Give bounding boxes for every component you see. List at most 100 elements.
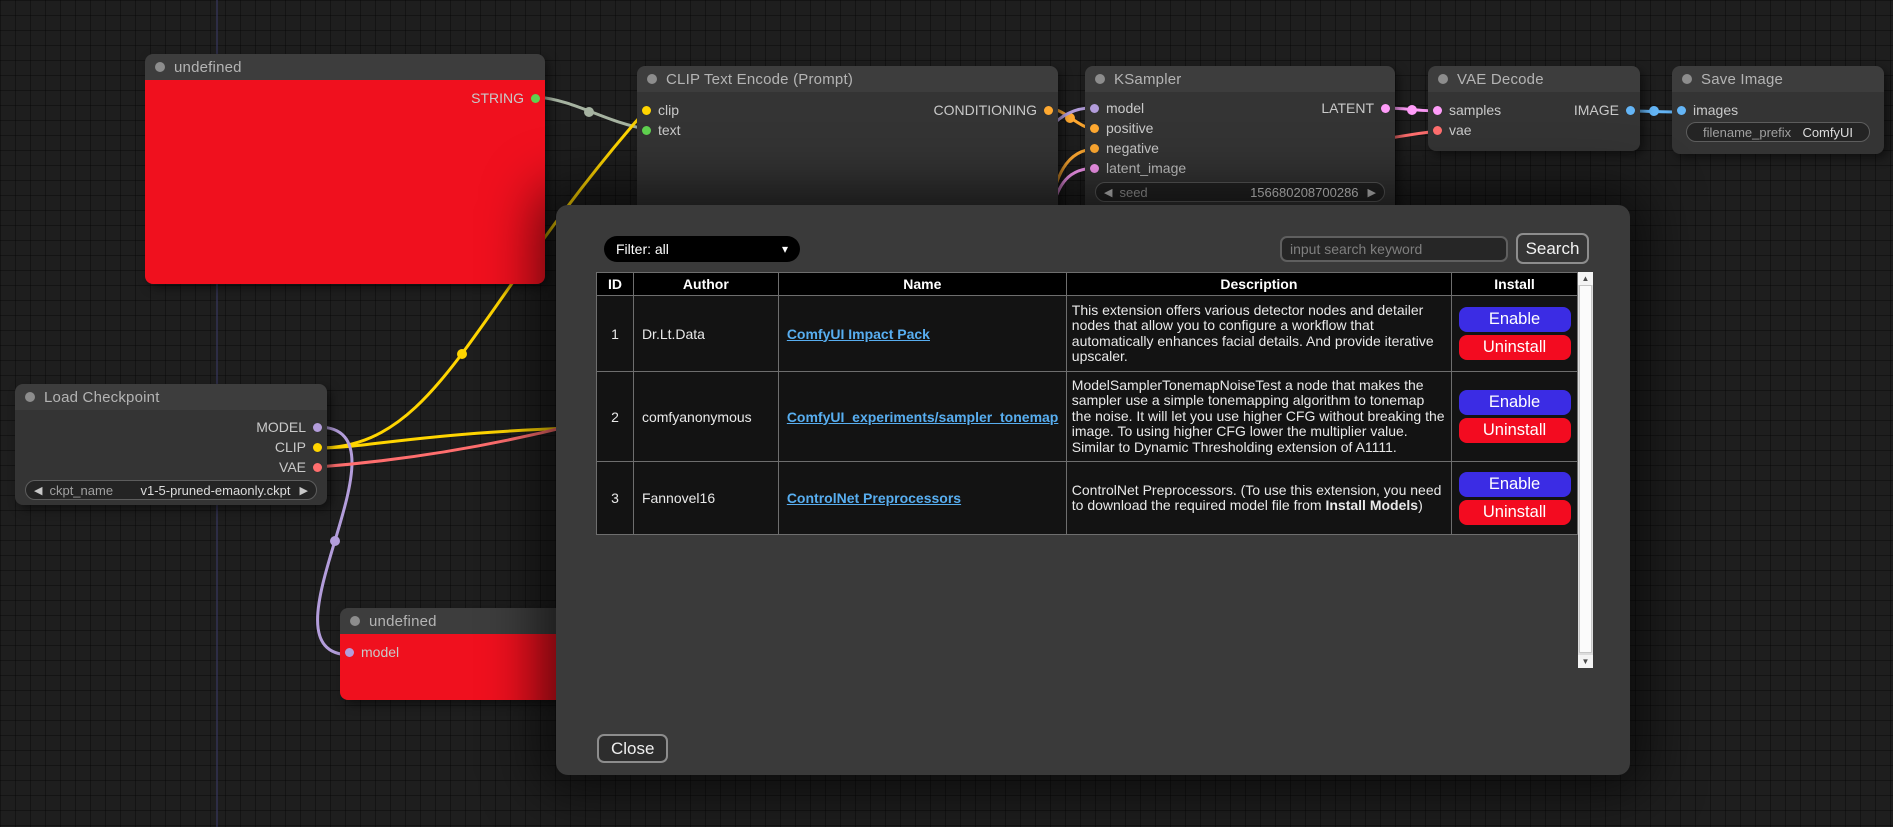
ckpt-name-widget[interactable]: ◀ ckpt_name v1-5-pruned-emaonly.ckpt ▶ <box>25 480 317 500</box>
collapse-dot-icon[interactable] <box>1682 74 1692 84</box>
increment-arrow-icon[interactable]: ▶ <box>1368 186 1376 199</box>
output-label: MODEL <box>256 419 306 435</box>
node-title: Load Checkpoint <box>44 389 160 406</box>
node-load-checkpoint[interactable]: Load Checkpoint MODEL CLIP VAE ◀ ckpt_na… <box>15 384 327 505</box>
image-output-slot[interactable] <box>1626 106 1635 115</box>
node-title: Save Image <box>1701 71 1783 88</box>
cell-install: Enable Uninstall <box>1452 296 1578 372</box>
conditioning-output-slot[interactable] <box>1044 106 1053 115</box>
input-label: latent_image <box>1106 160 1186 176</box>
header-author: Author <box>633 273 778 296</box>
widget-value: ComfyUI <box>1802 125 1853 140</box>
output-label: LATENT <box>1321 100 1374 116</box>
cell-name: ControlNet Preprocessors <box>778 462 1066 535</box>
latent-output-slot[interactable] <box>1381 104 1390 113</box>
input-label: clip <box>658 102 679 118</box>
search-input[interactable] <box>1280 236 1508 262</box>
cell-description: ControlNet Preprocessors. (To use this e… <box>1066 462 1451 535</box>
input-label: samples <box>1449 102 1501 118</box>
collapse-dot-icon[interactable] <box>350 616 360 626</box>
scroll-down-icon[interactable]: ▼ <box>1578 655 1593 668</box>
header-description: Description <box>1066 273 1451 296</box>
clip-output-slot[interactable] <box>313 443 322 452</box>
collapse-dot-icon[interactable] <box>1438 74 1448 84</box>
widget-value: v1-5-pruned-emaonly.ckpt <box>140 483 290 498</box>
node-ksampler[interactable]: KSampler model LATENT positive negative … <box>1085 66 1395 216</box>
cell-author: Fannovel16 <box>633 462 778 535</box>
table-row: 3 Fannovel16 ControlNet Preprocessors Co… <box>597 462 1578 535</box>
cell-name: ComfyUI_experiments/sampler_tonemap <box>778 372 1066 462</box>
extension-link[interactable]: ControlNet Preprocessors <box>787 490 961 506</box>
collapse-dot-icon[interactable] <box>1095 74 1105 84</box>
extension-table: ID Author Name Description Install 1 Dr.… <box>596 272 1578 535</box>
collapse-dot-icon[interactable] <box>155 62 165 72</box>
cell-description: This extension offers various detector n… <box>1066 296 1451 372</box>
header-name: Name <box>778 273 1066 296</box>
text-input-slot[interactable] <box>642 126 651 135</box>
collapse-dot-icon[interactable] <box>647 74 657 84</box>
filename-prefix-widget[interactable]: filename_prefix ComfyUI <box>1686 122 1870 142</box>
node-title: CLIP Text Encode (Prompt) <box>666 71 853 88</box>
collapse-dot-icon[interactable] <box>25 392 35 402</box>
header-id: ID <box>597 273 634 296</box>
model-output-slot[interactable] <box>313 423 322 432</box>
input-label: model <box>361 644 399 660</box>
enable-button[interactable]: Enable <box>1459 390 1571 415</box>
input-label: text <box>658 122 681 138</box>
string-output-slot[interactable] <box>531 94 540 103</box>
table-scrollbar[interactable]: ▲ ▼ <box>1578 272 1593 668</box>
uninstall-button[interactable]: Uninstall <box>1459 418 1571 443</box>
widget-name: filename_prefix <box>1703 125 1791 140</box>
node-vae-decode[interactable]: VAE Decode samples IMAGE vae <box>1428 66 1640 151</box>
close-button[interactable]: Close <box>597 734 668 763</box>
decrement-arrow-icon[interactable]: ◀ <box>1104 186 1112 199</box>
table-header-row: ID Author Name Description Install <box>597 273 1578 296</box>
scrollbar-thumb[interactable] <box>1579 285 1592 653</box>
node-undefined-string[interactable]: undefined STRING <box>145 54 545 284</box>
vae-output-slot[interactable] <box>313 463 322 472</box>
output-label: STRING <box>471 90 524 106</box>
positive-input-slot[interactable] <box>1090 124 1099 133</box>
input-label: images <box>1693 102 1738 118</box>
decrement-arrow-icon[interactable]: ◀ <box>34 484 42 497</box>
model-input-slot[interactable] <box>1090 104 1099 113</box>
extension-link[interactable]: ComfyUI_experiments/sampler_tonemap <box>787 409 1059 425</box>
node-title: VAE Decode <box>1457 71 1544 88</box>
vae-input-slot[interactable] <box>1433 126 1442 135</box>
input-label: vae <box>1449 122 1472 138</box>
cell-name: ComfyUI Impact Pack <box>778 296 1066 372</box>
cell-description: ModelSamplerTonemapNoiseTest a node that… <box>1066 372 1451 462</box>
output-label: CONDITIONING <box>934 102 1037 118</box>
latent-image-input-slot[interactable] <box>1090 164 1099 173</box>
model-input-slot[interactable] <box>345 648 354 657</box>
node-save-image[interactable]: Save Image images filename_prefix ComfyU… <box>1672 66 1884 154</box>
cell-install: Enable Uninstall <box>1452 462 1578 535</box>
input-label: negative <box>1106 140 1159 156</box>
header-install: Install <box>1452 273 1578 296</box>
seed-widget[interactable]: ◀ seed 156680208700286 ▶ <box>1095 182 1385 202</box>
images-input-slot[interactable] <box>1677 106 1686 115</box>
uninstall-button[interactable]: Uninstall <box>1459 335 1571 360</box>
search-button[interactable]: Search <box>1516 233 1589 264</box>
clip-input-slot[interactable] <box>642 106 651 115</box>
widget-value: 156680208700286 <box>1250 185 1358 200</box>
increment-arrow-icon[interactable]: ▶ <box>300 484 308 497</box>
filter-select[interactable]: Filter: all ▾ <box>604 236 800 262</box>
uninstall-button[interactable]: Uninstall <box>1459 500 1571 525</box>
negative-input-slot[interactable] <box>1090 144 1099 153</box>
node-graph-canvas[interactable]: undefined STRING CLIP Text Encode (Promp… <box>0 0 1893 827</box>
cell-author: Dr.Lt.Data <box>633 296 778 372</box>
output-label: CLIP <box>275 439 306 455</box>
scroll-up-icon[interactable]: ▲ <box>1578 272 1593 285</box>
table-row: 2 comfyanonymous ComfyUI_experiments/sam… <box>597 372 1578 462</box>
enable-button[interactable]: Enable <box>1459 472 1571 497</box>
input-label: positive <box>1106 120 1153 136</box>
extension-manager-dialog: Filter: all ▾ Search ID Author Name Desc… <box>556 205 1630 775</box>
enable-button[interactable]: Enable <box>1459 307 1571 332</box>
output-label: IMAGE <box>1574 102 1619 118</box>
filter-selected-value: Filter: all <box>616 241 669 257</box>
output-label: VAE <box>279 459 306 475</box>
extension-link[interactable]: ComfyUI Impact Pack <box>787 326 930 342</box>
cell-id: 1 <box>597 296 634 372</box>
samples-input-slot[interactable] <box>1433 106 1442 115</box>
